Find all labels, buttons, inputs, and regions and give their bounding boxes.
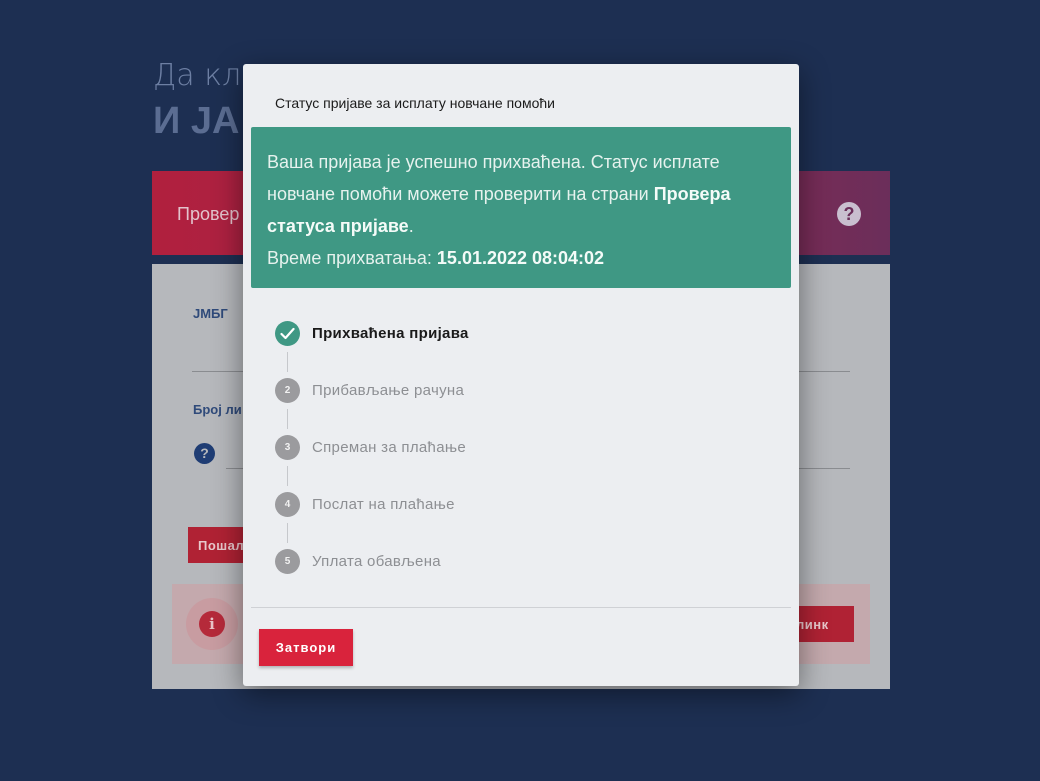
step-number: 5 [275,549,300,574]
step-label: Уплата обављена [312,553,441,570]
banner-text: Провер [177,204,240,224]
jmbg-label: ЈМБГ [193,306,228,321]
broj-label: Број ли [193,402,242,417]
close-button[interactable]: Затвори [259,629,353,666]
step-label: Прихваћена пријава [312,325,469,342]
step-label: Спреман за плаћање [312,439,466,456]
step-connector [287,466,288,486]
step-connector [287,523,288,543]
info-icon-halo: i [186,598,238,650]
success-message: Ваша пријава је успешно прихваћена. Стат… [267,152,720,204]
step-number: 2 [275,378,300,403]
question-icon[interactable]: ? [194,443,215,464]
step-connector [287,352,288,372]
info-icon: i [199,611,225,637]
modal-divider [251,607,791,608]
page-title: И ЈА [153,100,240,142]
step-number: 3 [275,435,300,460]
check-icon [275,321,300,346]
time-label: Време прихватања: [267,248,432,268]
step-label: Послат на плаћање [312,496,455,513]
status-modal: Статус пријаве за исплату новчане помоћи… [243,64,799,686]
success-message-end: . [408,216,414,236]
step-connector [287,409,288,429]
step-label: Прибављање рачуна [312,382,465,399]
time-value: 15.01.2022 08:04:02 [436,248,605,268]
success-alert: Ваша пријава је успешно прихваћена. Стат… [251,127,791,288]
step-number: 4 [275,492,300,517]
help-icon[interactable]: ? [837,202,861,226]
modal-title: Статус пријаве за исплату новчане помоћи [275,95,555,111]
